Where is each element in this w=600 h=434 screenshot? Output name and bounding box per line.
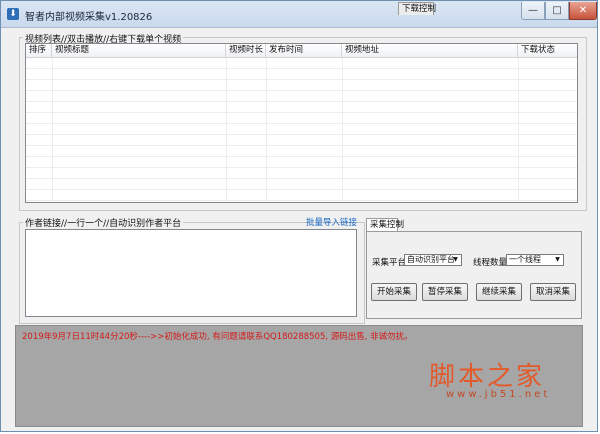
status-log-text: 2019年9月7日11时44分20秒---->>初始化成功, 有问题请联系QQ1… [22,332,413,342]
title-bar[interactable]: ⬇ 智者内部视频采集v1.20826 — □ ✕ [1,1,597,28]
pause-collect-button[interactable]: 暂停采集 [422,283,468,301]
chevron-down-icon: ▼ [555,256,560,263]
chevron-down-icon: ▼ [453,256,458,263]
author-links-label: 作者链接//一行一个//自动识别作者平台 [23,216,184,229]
column-divider [52,58,53,202]
start-collect-button[interactable]: 开始采集 [371,283,417,301]
batch-import-link[interactable]: 批量导入链接 [306,216,357,228]
column-header-title[interactable]: 视频标题 [52,44,226,57]
collect-control-panel [366,231,582,319]
platform-select[interactable]: 自动识别平台 ▼ [404,254,462,266]
window-title: 智者内部视频采集v1.20826 [25,12,153,23]
column-header-publish-time[interactable]: 发布时间 [266,44,342,57]
download-icon: ⬇ [7,8,19,20]
maximize-button[interactable]: □ [545,2,569,20]
platform-select-value: 自动识别平台 [407,255,455,264]
watermark-text: 脚本之家 [429,362,546,392]
column-divider [518,58,519,202]
close-button[interactable]: ✕ [569,2,597,20]
watermark-url: www.jb51.net [446,389,551,400]
column-header-url[interactable]: 视频地址 [342,44,518,57]
video-list-rows[interactable] [26,58,577,202]
app-window: ⬇ 智者内部视频采集v1.20826 — □ ✕ 视频列表//双击播放//右键下… [0,0,598,432]
thread-select[interactable]: 一个线程 ▼ [506,254,564,266]
minimize-button[interactable]: — [521,2,545,20]
cancel-collect-button[interactable]: 取消采集 [530,283,576,301]
author-links-textarea[interactable] [25,229,357,317]
tab-collect-control[interactable]: 采集控制 [366,218,404,232]
column-divider [342,58,343,202]
column-header-status[interactable]: 下载状态 [518,44,577,57]
column-divider [226,58,227,202]
thread-label: 线程数量: [473,258,510,268]
column-header-index[interactable]: 排序 [26,44,52,57]
tab-download-control[interactable]: 下载控制 [398,2,436,15]
thread-select-value: 一个线程 [509,255,541,264]
video-list[interactable]: 排序 视频标题 视频时长 发布时间 视频地址 下载状态 [25,43,578,203]
video-list-header: 排序 视频标题 视频时长 发布时间 视频地址 下载状态 [26,44,577,58]
column-divider [266,58,267,202]
resume-collect-button[interactable]: 继续采集 [476,283,522,301]
column-header-duration[interactable]: 视频时长 [226,44,266,57]
